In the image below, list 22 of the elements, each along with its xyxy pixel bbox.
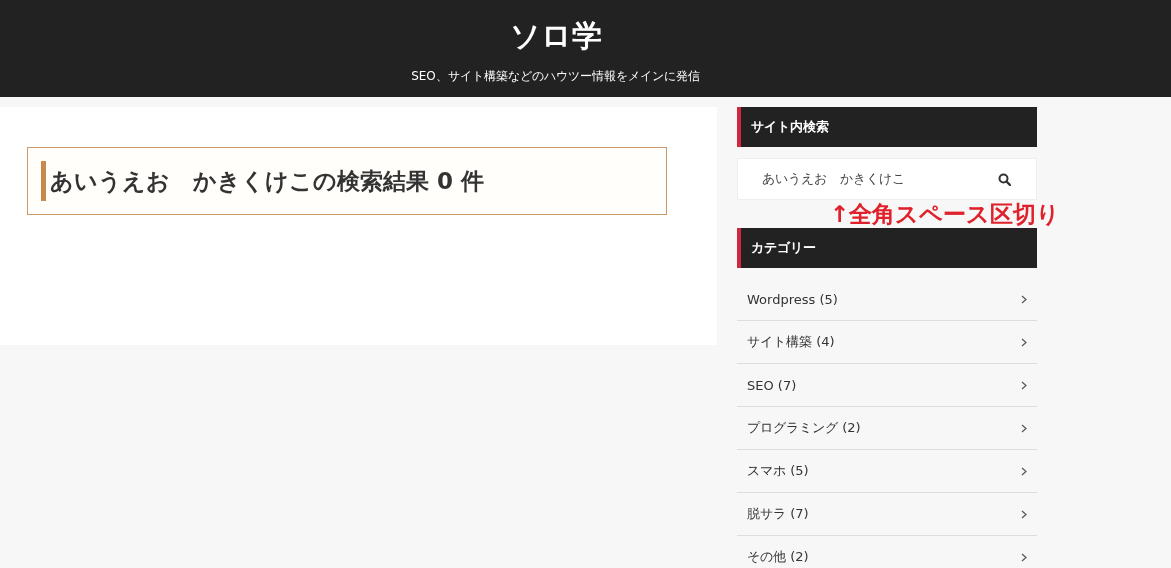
search-icon[interactable]	[998, 173, 1011, 186]
category-link[interactable]: SEO (7)	[737, 364, 1037, 407]
category-link[interactable]: Wordpress (5)	[737, 278, 1037, 321]
site-tagline: SEO、サイト構築などのハウツー情報をメインに発信	[411, 68, 700, 85]
chevron-right-icon	[1021, 466, 1027, 476]
category-link[interactable]: プログラミング (2)	[737, 407, 1037, 450]
category-link[interactable]: サイト構築 (4)	[737, 321, 1037, 364]
category-link[interactable]: その他 (2)	[737, 536, 1037, 568]
search-field[interactable]: あいうえお かきくけこ	[737, 158, 1037, 200]
chevron-right-icon	[1021, 294, 1027, 304]
widget-title: サイト内検索	[737, 107, 1037, 147]
search-result-heading: あいうえお かきくけこの検索結果 0 件	[27, 147, 667, 215]
chevron-right-icon	[1021, 337, 1027, 347]
chevron-right-icon	[1021, 423, 1027, 433]
widget-title: カテゴリー	[737, 228, 1037, 268]
chevron-right-icon	[1021, 380, 1027, 390]
annotation-text: ↑全角スペース区切り	[830, 201, 1061, 227]
category-link[interactable]: スマホ (5)	[737, 450, 1037, 493]
chevron-right-icon	[1021, 509, 1027, 519]
chevron-right-icon	[1021, 552, 1027, 562]
site-title[interactable]: ソロ学	[509, 16, 602, 56]
category-link[interactable]: 脱サラ (7)	[737, 493, 1037, 536]
